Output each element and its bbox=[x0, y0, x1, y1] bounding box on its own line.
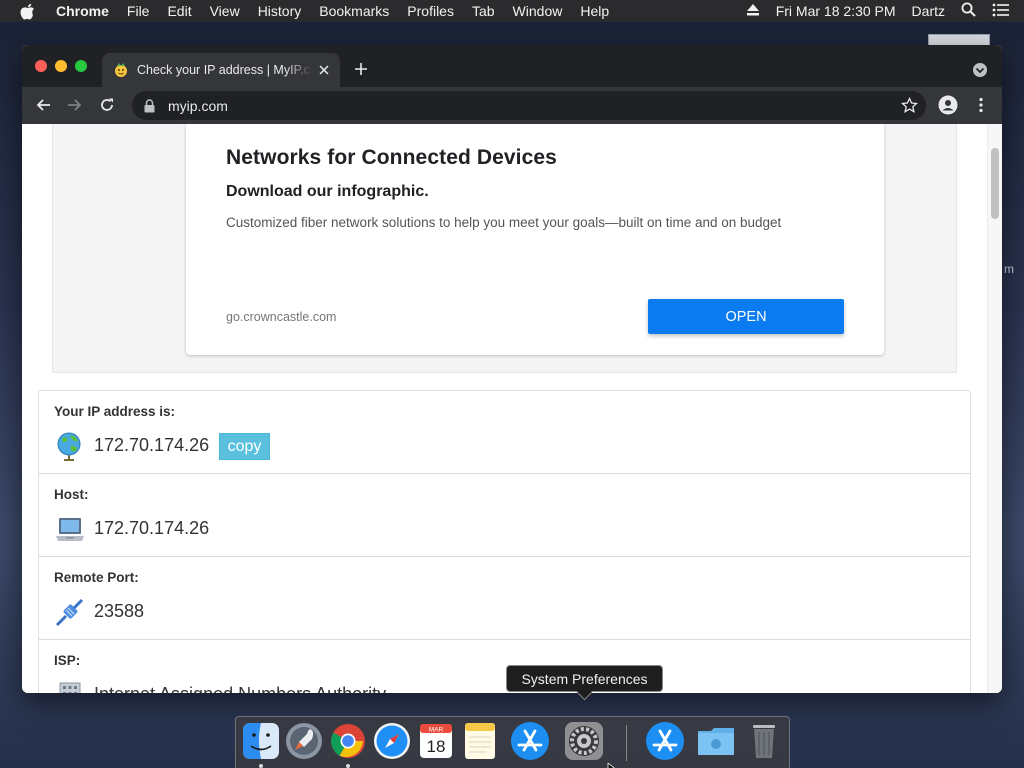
page-scrollbar[interactable] bbox=[987, 124, 1002, 693]
notes-icon[interactable] bbox=[458, 719, 502, 763]
chrome-window: Check your IP address | MyIP.com myip.co… bbox=[22, 45, 1002, 693]
network-cable-icon bbox=[54, 596, 86, 628]
ad-card[interactable]: Networks for Connected Devices Download … bbox=[186, 124, 884, 355]
calendar-icon[interactable]: MAR 18 bbox=[414, 719, 458, 763]
system-preferences-icon[interactable] bbox=[562, 719, 606, 763]
safari-icon[interactable] bbox=[370, 719, 414, 763]
ad-container: Networks for Connected Devices Download … bbox=[52, 124, 957, 373]
remote-port-row: Remote Port: 23588 bbox=[39, 557, 970, 640]
url-text[interactable]: myip.com bbox=[168, 98, 228, 114]
desktop-partial-label: m bbox=[1004, 262, 1014, 276]
ip-address-value[interactable]: 172.70.174.26 bbox=[94, 435, 209, 456]
zoom-window-button[interactable] bbox=[75, 60, 87, 72]
profile-avatar-icon[interactable] bbox=[938, 95, 958, 115]
menu-profiles[interactable]: Profiles bbox=[407, 3, 454, 19]
forward-arrow-icon[interactable] bbox=[66, 96, 84, 114]
ip-info-panel: Your IP address is: 172.70.174.26 copy H… bbox=[38, 390, 971, 693]
menubar-clock[interactable]: Fri Mar 18 2:30 PM bbox=[776, 3, 896, 19]
tab-title: Check your IP address | MyIP.com bbox=[137, 63, 312, 77]
building-icon bbox=[54, 679, 86, 693]
dock-separator bbox=[626, 725, 627, 761]
remote-port-value[interactable]: 23588 bbox=[94, 601, 144, 622]
lock-icon[interactable] bbox=[144, 98, 156, 113]
menubar-user[interactable]: Dartz bbox=[912, 3, 945, 19]
isp-label: ISP: bbox=[54, 653, 81, 668]
myip-favicon-icon bbox=[113, 62, 129, 78]
macos-menubar: Chrome File Edit View History Bookmarks … bbox=[0, 0, 1024, 22]
app-store-download-icon[interactable] bbox=[643, 719, 687, 763]
calendar-day-label: 18 bbox=[427, 737, 446, 756]
menu-app-name[interactable]: Chrome bbox=[56, 3, 109, 19]
menu-file[interactable]: File bbox=[127, 3, 150, 19]
page-viewport: Networks for Connected Devices Download … bbox=[22, 124, 1002, 693]
calendar-month-label: MAR bbox=[429, 727, 444, 734]
bookmark-star-icon[interactable] bbox=[900, 96, 919, 114]
finder-icon[interactable] bbox=[239, 719, 283, 763]
app-store-icon[interactable] bbox=[508, 719, 552, 763]
menu-view[interactable]: View bbox=[210, 3, 240, 19]
address-bar[interactable]: myip.com bbox=[132, 91, 926, 120]
eject-icon[interactable] bbox=[746, 3, 760, 19]
host-label: Host: bbox=[54, 487, 89, 502]
spotlight-search-icon[interactable] bbox=[961, 2, 976, 20]
notification-center-icon[interactable] bbox=[992, 3, 1010, 20]
globe-icon bbox=[54, 430, 86, 462]
ad-open-button[interactable]: OPEN bbox=[648, 299, 844, 334]
minimize-window-button[interactable] bbox=[55, 60, 67, 72]
browser-toolbar: myip.com bbox=[22, 87, 1002, 124]
menu-help[interactable]: Help bbox=[580, 3, 609, 19]
new-tab-icon[interactable] bbox=[353, 61, 369, 77]
ad-domain[interactable]: go.crowncastle.com bbox=[226, 310, 336, 324]
chrome-icon[interactable] bbox=[326, 719, 370, 763]
copy-ip-button[interactable]: copy bbox=[219, 433, 270, 460]
menu-tab[interactable]: Tab bbox=[472, 3, 495, 19]
back-arrow-icon[interactable] bbox=[34, 96, 52, 114]
menu-bookmarks[interactable]: Bookmarks bbox=[319, 3, 389, 19]
macos-dock: MAR 18 bbox=[235, 716, 790, 768]
host-value[interactable]: 172.70.174.26 bbox=[94, 518, 209, 539]
ip-address-row: Your IP address is: 172.70.174.26 copy bbox=[39, 391, 970, 474]
ad-title[interactable]: Networks for Connected Devices bbox=[226, 146, 557, 170]
trash-icon[interactable] bbox=[742, 719, 786, 763]
tab-strip: Check your IP address | MyIP.com bbox=[22, 45, 1002, 87]
chrome-running-indicator bbox=[346, 764, 350, 768]
mouse-cursor-icon bbox=[607, 760, 617, 768]
isp-value[interactable]: Internet Assigned Numbers Authority bbox=[94, 684, 386, 693]
menu-window[interactable]: Window bbox=[513, 3, 563, 19]
ad-description: Customized fiber network solutions to he… bbox=[226, 215, 782, 230]
laptop-icon bbox=[54, 513, 86, 545]
launchpad-icon[interactable] bbox=[282, 719, 326, 763]
close-window-button[interactable] bbox=[35, 60, 47, 72]
remote-port-label: Remote Port: bbox=[54, 570, 139, 585]
tab-search-icon[interactable] bbox=[972, 62, 988, 78]
ip-address-label: Your IP address is: bbox=[54, 404, 176, 419]
reload-icon[interactable] bbox=[98, 96, 116, 114]
scrollbar-thumb[interactable] bbox=[991, 148, 999, 219]
menu-edit[interactable]: Edit bbox=[167, 3, 191, 19]
finder-running-indicator bbox=[259, 764, 263, 768]
apple-menu-icon[interactable] bbox=[20, 3, 40, 20]
isp-row: ISP: Internet Assigned Numbers Authority bbox=[39, 640, 970, 693]
close-tab-icon[interactable] bbox=[316, 62, 332, 78]
menu-history[interactable]: History bbox=[258, 3, 302, 19]
ad-subtitle: Download our infographic. bbox=[226, 183, 429, 200]
downloads-folder-icon[interactable] bbox=[694, 719, 738, 763]
chrome-menu-icon[interactable] bbox=[972, 96, 990, 114]
host-row: Host: 172.70.174.26 bbox=[39, 474, 970, 557]
tab-myip[interactable]: Check your IP address | MyIP.com bbox=[102, 53, 340, 87]
dock-tooltip: System Preferences bbox=[506, 665, 663, 692]
